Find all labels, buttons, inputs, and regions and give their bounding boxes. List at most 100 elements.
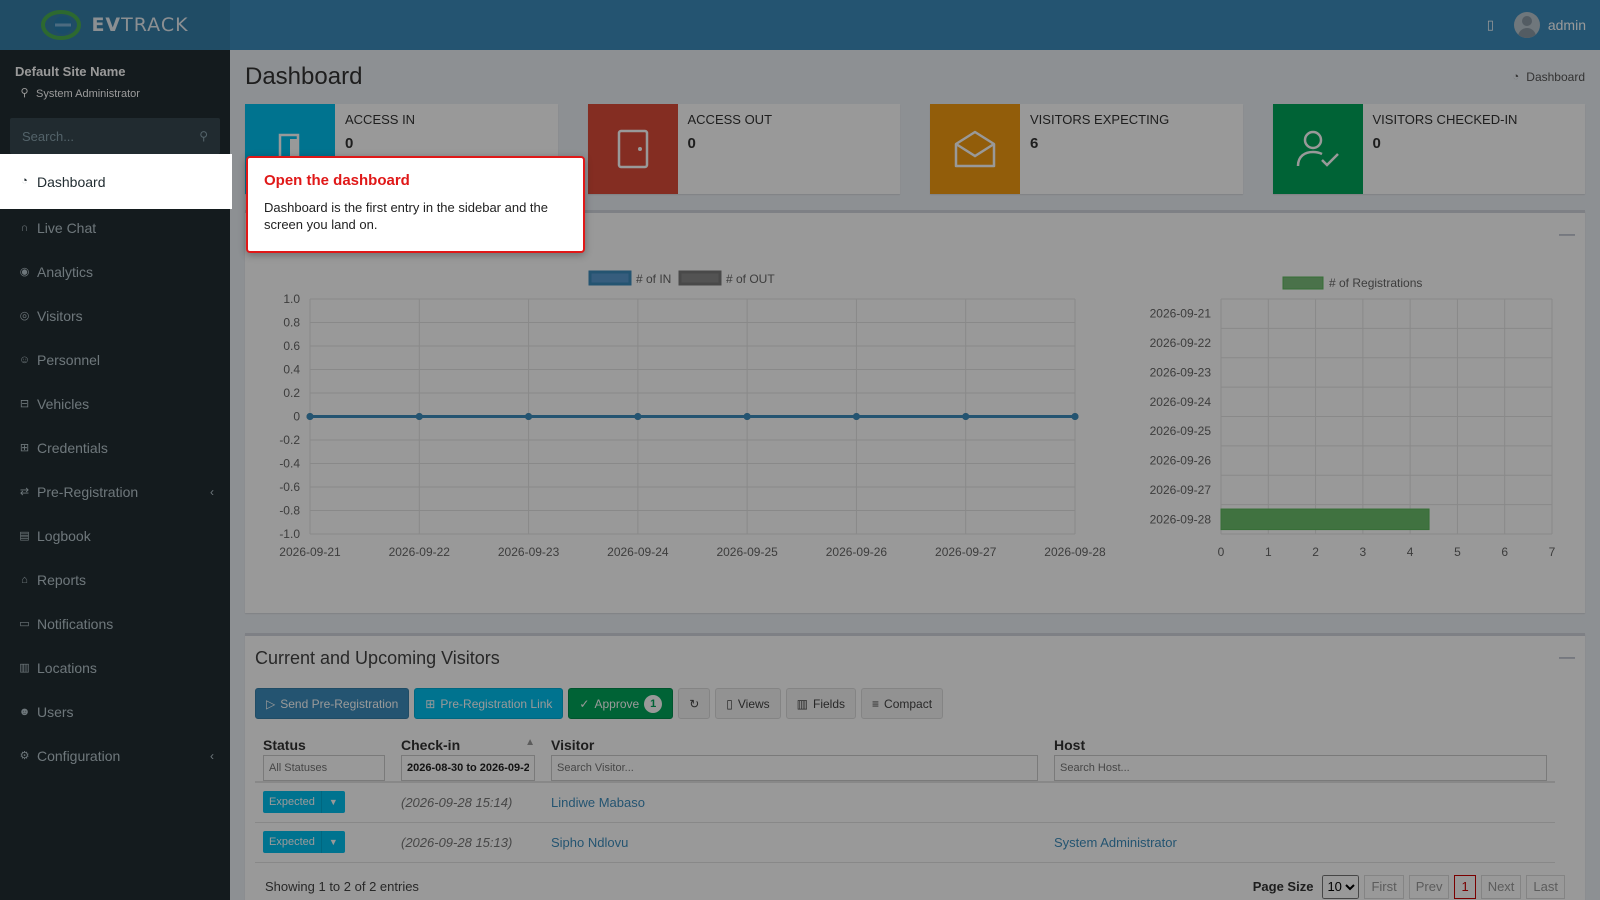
views-button[interactable]: ▯ Views [715, 688, 781, 719]
column-header-host[interactable]: Host [1046, 733, 1555, 755]
column-header-status[interactable]: Status [255, 733, 393, 755]
legend-swatch [678, 270, 722, 286]
entries-info: Showing 1 to 2 of 2 entries [265, 879, 419, 894]
highlighted-sidebar-item-dashboard[interactable]: ◔ Dashboard [0, 154, 232, 209]
x-tick-label: 2026-09-24 [607, 545, 669, 559]
sidebar-item-reports[interactable]: ⌂ Reports [0, 558, 230, 602]
page-size-label: Page Size [1252, 879, 1314, 894]
x-tick-label: 5 [1454, 545, 1461, 559]
y-tick-label: 2026-09-22 [1150, 336, 1212, 350]
chart-icon: ⌂ [21, 573, 28, 586]
host-link[interactable] [1046, 782, 1555, 823]
sidebar-item-vehicles[interactable]: ⊟ Vehicles [0, 382, 230, 426]
dashboard-icon: ◔ [21, 175, 28, 187]
status-dropdown[interactable]: Expected ▼ [263, 831, 345, 853]
send-pre-registration-button[interactable]: ▷ Send Pre-Registration [255, 688, 410, 719]
info-box-visitors-checked-in: VISITORS CHECKED-IN 0 [1272, 104, 1585, 194]
visitor-link[interactable]: Sipho Ndlovu [543, 822, 1046, 863]
search-icon[interactable]: ⚲ [199, 129, 208, 143]
book-icon: ▤ [19, 529, 30, 542]
pre-registration-link-button[interactable]: ⊞ Pre-Registration Link [414, 688, 564, 719]
data-point [852, 413, 860, 420]
legend-swatch [1282, 276, 1324, 290]
x-tick-label: 2026-09-27 [935, 545, 997, 559]
sidebar-item-pre-registration[interactable]: ⇄ Pre-Registration ‹ [0, 470, 230, 514]
columns-icon: ▥ [796, 696, 808, 711]
bar-chart: # of Registrations 0 1 2 3 4 5 6 7 2026-09-21 2026… [1150, 276, 1556, 559]
data-point [634, 413, 642, 420]
last-page-button[interactable]: Last [1526, 874, 1565, 899]
breadcrumb: ◔ Dashboard [1509, 70, 1585, 84]
logo[interactable]: EVTRACK [0, 0, 230, 50]
x-tick-label: 2026-09-23 [498, 545, 560, 559]
sidebar-search-input[interactable] [22, 128, 172, 144]
y-tick-label: 0 [293, 410, 300, 424]
exchange-icon: ⇄ [19, 485, 30, 498]
visitor-search-input[interactable] [551, 755, 1038, 781]
first-page-button[interactable]: First [1364, 874, 1404, 899]
x-tick-label: 2026-09-28 [1044, 545, 1106, 559]
status-dropdown[interactable]: Expected ▼ [263, 791, 345, 814]
sidebar-item-personnel[interactable]: ☺ Personnel [0, 338, 230, 382]
legend-label: # of OUT [726, 272, 775, 286]
y-tick-label: 0.8 [283, 316, 300, 330]
headset-icon: ∩ [20, 221, 29, 234]
breadcrumb-dashboard[interactable]: Dashboard [1526, 70, 1585, 84]
collapse-icon[interactable]: — [1559, 226, 1575, 244]
sidebar-item-live-chat[interactable]: ∩ Live Chat [0, 206, 230, 250]
sidebar-item-notifications[interactable]: ▭ Notifications [0, 602, 230, 646]
status-filter[interactable] [263, 755, 385, 781]
sidebar-item-visitors[interactable]: ◎ Visitors [0, 294, 230, 338]
sidebar-item-credentials[interactable]: ⊞ Credentials [0, 426, 230, 470]
legend-label: # of IN [636, 272, 671, 286]
target-icon: ◉ [19, 265, 30, 278]
data-point [306, 413, 314, 420]
data-point [525, 413, 533, 420]
fields-button[interactable]: ▥ Fields [785, 688, 857, 719]
y-tick-label: 2026-09-27 [1150, 483, 1212, 497]
info-box-access-out: ACCESS OUT 0 [587, 104, 900, 194]
collapse-icon[interactable]: — [1559, 649, 1575, 667]
sidebar-item-users[interactable]: ☻ Users [0, 690, 230, 734]
visitors-box-title: Current and Upcoming Visitors [255, 647, 500, 668]
page-size-select[interactable]: 10 [1322, 874, 1360, 899]
user-role: ⚲ System Administrator [15, 87, 215, 100]
bell-icon: ▭ [19, 617, 30, 630]
check-in-time: (2026-09-28 15:13) [393, 822, 543, 863]
prev-page-button[interactable]: Prev [1408, 874, 1450, 899]
page-1-button[interactable]: 1 [1454, 874, 1476, 899]
caret-down-icon: ▼ [320, 791, 345, 814]
check-in-date-filter[interactable] [401, 755, 535, 781]
visitor-link[interactable]: Lindiwe Mabaso [543, 782, 1046, 823]
next-page-button[interactable]: Next [1480, 874, 1522, 899]
host-search-input[interactable] [1054, 755, 1547, 781]
host-link[interactable]: System Administrator [1046, 822, 1555, 863]
users-icon: ☺ [18, 353, 31, 366]
compact-button[interactable]: ≡ Compact [861, 688, 944, 719]
refresh-icon: ↻ [689, 696, 700, 711]
column-header-check-in[interactable]: Check-in ▲ [393, 733, 543, 755]
building-icon[interactable]: ▯ [1487, 17, 1494, 33]
qr-icon: ⊞ [425, 696, 436, 711]
data-point [962, 413, 970, 420]
chevron-left-icon: ‹ [210, 485, 214, 499]
refresh-button[interactable]: ↻ [678, 688, 711, 719]
visitors-table: Status Check-in▲ Visitor Host Expected▼ … [255, 733, 1555, 863]
approve-button[interactable]: ✓ Approve 1 [568, 688, 674, 719]
y-tick-label: -1.0 [279, 527, 300, 541]
sidebar-item-logbook[interactable]: ▤ Logbook [0, 514, 230, 558]
x-tick-label: 2026-09-22 [389, 545, 451, 559]
sidebar-item-locations[interactable]: ▥ Locations [0, 646, 230, 690]
user-menu[interactable]: admin [1513, 12, 1586, 38]
y-tick-label: 2026-09-21 [1150, 307, 1212, 321]
sidebar-item-analytics[interactable]: ◉ Analytics [0, 250, 230, 294]
y-tick-label: -0.8 [279, 504, 300, 518]
legend-swatch [588, 270, 632, 286]
y-tick-label: 0.6 [283, 339, 300, 353]
list-icon: ≡ [872, 696, 880, 711]
user-icon: ⚲ [20, 87, 29, 99]
sidebar-item-configuration[interactable]: ⚙ Configuration ‹ [0, 734, 230, 778]
chevron-left-icon: ‹ [210, 749, 214, 763]
data-point [1071, 413, 1079, 420]
column-header-visitor[interactable]: Visitor [543, 733, 1046, 755]
